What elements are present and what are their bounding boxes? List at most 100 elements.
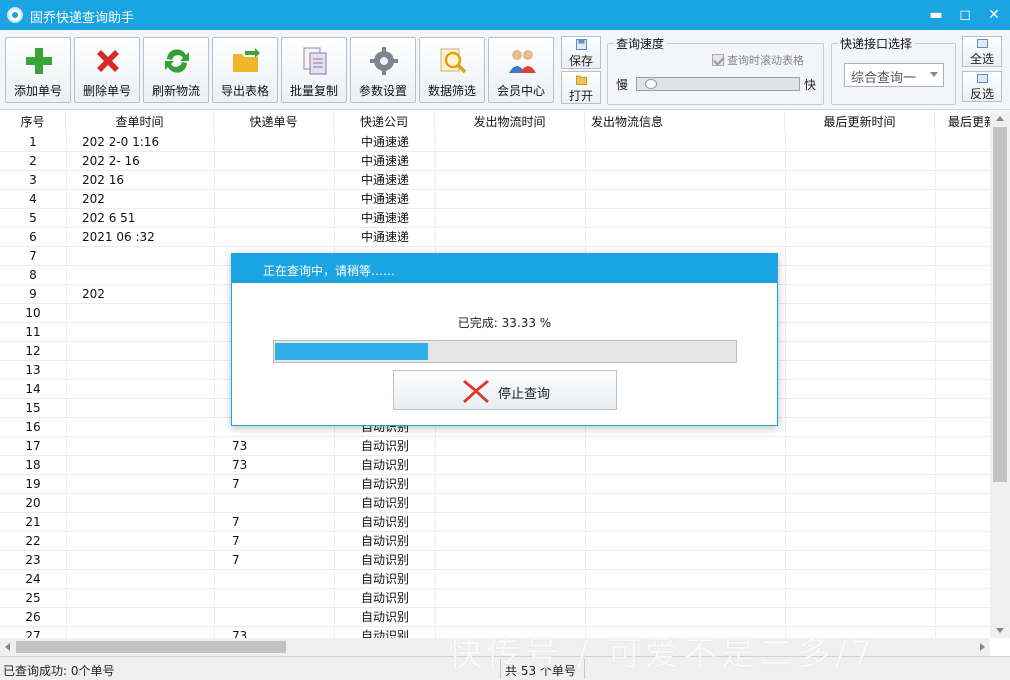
scroll-up-icon[interactable] — [996, 116, 1004, 121]
query-time-cell — [82, 418, 212, 437]
close-button[interactable]: ✕ — [983, 5, 1005, 25]
column-header-tracking-number[interactable]: 快递单号 — [214, 111, 334, 133]
slider-thumb[interactable] — [645, 79, 657, 89]
toolbar: 添加单号 删除单号 刷新物流 导出表格 批量复制 参数设置 数据筛选 会员中心 … — [0, 30, 1010, 110]
table-row[interactable]: 18 73 自动识别 — [0, 456, 990, 475]
column-header-ship-time[interactable]: 发出物流时间 — [435, 111, 585, 133]
tracking-number-cell — [232, 228, 332, 247]
scroll-right-icon[interactable] — [980, 643, 985, 651]
tracking-number-cell — [232, 171, 332, 190]
table-row[interactable]: 4 202 中通速递 — [0, 190, 990, 209]
maximize-button[interactable]: ◻ — [954, 5, 976, 25]
column-header-query-time[interactable]: 查单时间 — [66, 111, 214, 133]
courier-cell: 中通速递 — [360, 211, 409, 225]
select-all-label: 全选 — [969, 52, 994, 66]
table-row[interactable]: 1 202 2-0 1:16 中通速递 — [0, 133, 990, 152]
progress-bar — [273, 340, 737, 363]
invert-selection-button[interactable]: 反选 — [962, 71, 1002, 102]
settings-label: 参数设置 — [358, 84, 407, 98]
table-row[interactable]: 24 自动识别 — [0, 570, 990, 589]
vertical-scroll-thumb[interactable] — [993, 127, 1007, 482]
query-time-cell — [82, 627, 212, 638]
tracking-number-cell — [232, 209, 332, 228]
member-center-button[interactable]: 会员中心 — [488, 37, 554, 103]
data-filter-button[interactable]: 数据筛选 — [419, 37, 485, 103]
delete-icon — [97, 50, 119, 72]
column-header-courier[interactable]: 快递公司 — [334, 111, 435, 133]
close-icon — [463, 380, 489, 403]
query-time-cell — [82, 266, 212, 285]
watermark-text: 快传号 / 可爱不是二多/7 — [448, 634, 877, 674]
tracking-number-cell — [232, 608, 332, 627]
scroll-down-icon[interactable] — [996, 628, 1004, 633]
scroll-table-checkbox[interactable]: 查询时滚动表格 — [712, 52, 804, 68]
delete-number-button[interactable]: 删除单号 — [74, 37, 140, 103]
query-speed-slider[interactable] — [636, 77, 800, 91]
open-folder-icon — [576, 75, 587, 85]
minimize-button[interactable]: ▬ — [925, 5, 947, 25]
table-row[interactable]: 25 自动识别 — [0, 589, 990, 608]
refresh-logistics-button[interactable]: 刷新物流 — [143, 37, 209, 103]
query-time-cell — [82, 494, 212, 513]
courier-cell: 自动识别 — [360, 477, 409, 491]
courier-cell: 自动识别 — [360, 629, 409, 638]
table-row[interactable]: 2 202 2- 16 中通速递 — [0, 152, 990, 171]
table-row[interactable]: 23 7 自动识别 — [0, 551, 990, 570]
column-header-ship-info[interactable]: 发出物流信息 — [585, 111, 785, 133]
table-row[interactable]: 6 2021 06 :32 中通速递 — [0, 228, 990, 247]
status-success-count: 已查询成功: 0个单号 — [3, 664, 115, 678]
tracking-number-cell — [232, 570, 332, 589]
row-number-cell: 10 — [25, 306, 41, 320]
tracking-number-cell: 7 — [232, 534, 240, 548]
table-row[interactable]: 5 202 6 51 中通速递 — [0, 209, 990, 228]
column-header-no[interactable]: 序号 — [0, 111, 66, 133]
column-header-last-update-time[interactable]: 最后更新时间 — [785, 111, 935, 133]
dialog-title: 正在查询中，请稍等…… — [232, 254, 777, 283]
row-number-cell: 20 — [25, 496, 41, 510]
window-title: 固乔快递查询助手 — [30, 11, 135, 26]
select-all-icon — [977, 39, 988, 48]
table-row[interactable]: 26 自动识别 — [0, 608, 990, 627]
export-table-label: 导出表格 — [220, 84, 269, 98]
vertical-scrollbar[interactable] — [990, 111, 1010, 638]
table-row[interactable]: 3 202 16 中通速递 — [0, 171, 990, 190]
row-number-cell: 13 — [25, 363, 41, 377]
add-icon — [26, 48, 52, 74]
delete-number-label: 删除单号 — [82, 84, 131, 98]
settings-button[interactable]: 参数设置 — [350, 37, 416, 103]
tracking-number-cell — [232, 589, 332, 608]
row-number-cell: 23 — [25, 553, 41, 567]
scroll-left-icon[interactable] — [5, 643, 10, 651]
scroll-table-label: 查询时滚动表格 — [727, 54, 804, 67]
title-bar: 固乔快递查询助手 ▬ ◻ ✕ — [0, 0, 1010, 30]
row-number-cell: 17 — [25, 439, 41, 453]
column-header-last-update[interactable]: 最后更新 — [935, 111, 990, 133]
invert-selection-icon — [977, 74, 988, 83]
row-number-cell: 6 — [29, 230, 37, 244]
table-row[interactable]: 17 73 自动识别 — [0, 437, 990, 456]
query-time-cell — [82, 532, 212, 551]
horizontal-scroll-thumb[interactable] — [16, 641, 286, 653]
save-button[interactable]: 保存 — [561, 36, 601, 69]
row-number-cell: 4 — [29, 192, 37, 206]
query-time-cell: 202 — [82, 192, 105, 206]
export-table-button[interactable]: 导出表格 — [212, 37, 278, 103]
open-button[interactable]: 打开 — [561, 71, 601, 104]
save-icon — [576, 39, 587, 50]
table-row[interactable]: 22 7 自动识别 — [0, 532, 990, 551]
chevron-down-icon — [930, 72, 938, 77]
add-number-button[interactable]: 添加单号 — [5, 37, 71, 103]
batch-copy-button[interactable]: 批量复制 — [281, 37, 347, 103]
row-number-cell: 9 — [29, 287, 37, 301]
query-time-cell — [82, 399, 212, 418]
api-select-dropdown[interactable]: 综合查询一 — [844, 63, 944, 87]
row-number-cell: 8 — [29, 268, 37, 282]
stop-query-button[interactable]: 停止查询 — [393, 370, 617, 410]
courier-cell: 自动识别 — [360, 572, 409, 586]
fast-label: 快 — [804, 78, 817, 92]
table-row[interactable]: 20 自动识别 — [0, 494, 990, 513]
table-row[interactable]: 21 7 自动识别 — [0, 513, 990, 532]
select-all-button[interactable]: 全选 — [962, 36, 1002, 67]
slow-label: 慢 — [616, 78, 629, 92]
table-row[interactable]: 19 7 自动识别 — [0, 475, 990, 494]
